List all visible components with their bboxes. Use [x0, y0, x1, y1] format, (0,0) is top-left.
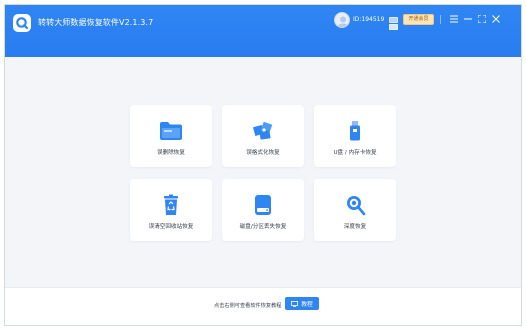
- option-label: 误删除恢复: [157, 150, 185, 156]
- option-card-format-recovery[interactable]: 误格式化恢复: [222, 105, 304, 167]
- user-avatar[interactable]: [334, 12, 350, 28]
- folder-icon: [130, 120, 212, 142]
- tutorial-button-label: 教程: [301, 302, 313, 308]
- broken-puzzle-icon: [222, 120, 304, 142]
- divider: [440, 15, 441, 24]
- monitor-play-icon: [291, 300, 299, 307]
- deep-scan-icon: [314, 194, 396, 216]
- tutorial-button[interactable]: 教程: [285, 297, 319, 310]
- option-card-deleted-recovery[interactable]: 误删除恢复: [130, 105, 212, 167]
- close-icon[interactable]: [490, 12, 502, 26]
- tutorial-hint: 点击右侧可查看软件恢复教程: [214, 303, 282, 309]
- usb-drive-icon: [314, 120, 396, 142]
- option-label: 磁盘/分区丢失恢复: [239, 224, 287, 230]
- app-title: 转转大师数据恢复软件V2.1.3.7: [38, 18, 154, 27]
- menu-icon[interactable]: [448, 12, 460, 26]
- option-card-recycle-bin-recovery[interactable]: 误清空回收站恢复: [130, 179, 212, 241]
- option-card-deep-recovery[interactable]: 深度恢复: [314, 179, 396, 241]
- option-label: 误格式化恢复: [246, 150, 280, 156]
- app-logo-icon: [13, 14, 31, 32]
- user-id: ID:194519: [353, 16, 385, 23]
- hard-disk-icon: [222, 194, 304, 216]
- monitor-icon[interactable]: [389, 16, 398, 30]
- option-label: 误清空回收站恢复: [148, 224, 194, 230]
- recycle-bin-icon: [130, 194, 212, 216]
- option-card-usb-recovery[interactable]: U盘 / 内存卡恢复: [314, 105, 396, 167]
- title-bar: 转转大师数据恢复软件V2.1.3.7 ID:194519 开通会员: [5, 5, 521, 57]
- option-label: 深度恢复: [343, 224, 367, 230]
- app-window: 转转大师数据恢复软件V2.1.3.7 ID:194519 开通会员 误删除恢复 …: [4, 4, 522, 326]
- option-card-partition-recovery[interactable]: 磁盘/分区丢失恢复: [222, 179, 304, 241]
- footer-bar: 点击右侧可查看软件恢复教程 教程: [5, 287, 521, 325]
- option-label: U盘 / 内存卡恢复: [333, 150, 377, 156]
- maximize-icon[interactable]: [476, 12, 488, 26]
- minimize-icon[interactable]: [462, 12, 474, 26]
- vip-button[interactable]: 开通会员: [403, 14, 434, 25]
